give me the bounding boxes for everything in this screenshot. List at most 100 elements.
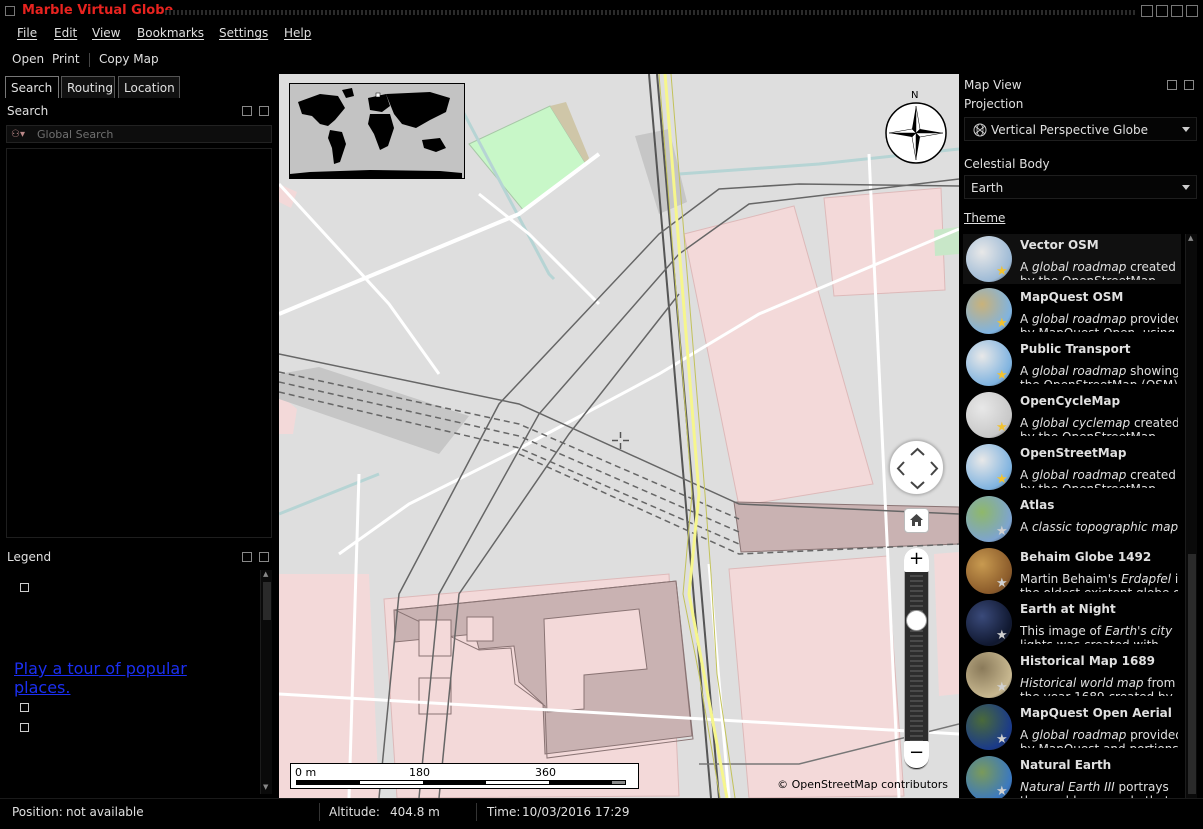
chevron-down-icon — [1182, 185, 1190, 190]
scrollbar-thumb[interactable] — [1188, 554, 1196, 794]
compass[interactable]: N — [884, 87, 948, 165]
zoom-in-button[interactable]: + — [904, 548, 929, 572]
scale-bar-graphic — [296, 780, 626, 785]
zoom-out-button[interactable]: − — [904, 741, 929, 768]
scroll-up-icon[interactable]: ▲ — [1188, 234, 1193, 242]
minimize-window-button[interactable] — [1156, 5, 1168, 17]
scale-label-0: 0 m — [295, 766, 317, 779]
theme-name: OpenCycleMap — [1020, 394, 1121, 408]
map-view-dock-title: Map View — [964, 78, 1022, 92]
scale-bar: 0 m 180 360 — [290, 763, 639, 789]
scale-label-180: 180 — [409, 766, 430, 779]
float-mapview-dock-icon[interactable] — [1167, 80, 1177, 90]
title-bar-grip — [165, 10, 1135, 15]
favorite-star-icon[interactable]: ★ — [996, 524, 1008, 539]
menu-view[interactable]: View — [92, 26, 120, 40]
favorite-star-icon[interactable]: ★ — [996, 784, 1008, 798]
scale-label-360: 360 — [535, 766, 556, 779]
theme-list[interactable]: ★ Vector OSM A global roadmap createdby th… — [963, 234, 1181, 798]
theme-item[interactable]: ★ Public Transport A global roadmap showin… — [963, 338, 1181, 388]
play-tour-link[interactable]: Play a tour of popular places. — [14, 659, 224, 697]
altitude-value: 404.8 m — [390, 805, 440, 819]
tab-routing[interactable]: Routing — [61, 76, 115, 98]
theme-item[interactable]: ★ Natural Earth Natural Earth III portrays… — [963, 754, 1181, 798]
theme-item[interactable]: ★ Earth at Night This image of Earth's cit… — [963, 598, 1181, 648]
search-box: ⚇▾ — [6, 125, 272, 143]
projection-select[interactable]: Vertical Perspective Globe — [964, 117, 1197, 141]
time-label: Time: — [487, 805, 521, 819]
close-mapview-dock-icon[interactable] — [1184, 80, 1194, 90]
copy-map-button[interactable]: Copy Map — [99, 52, 159, 66]
theme-item[interactable]: ★ OpenCycleMap A global cyclemap createdby… — [963, 390, 1181, 440]
pan-control[interactable] — [889, 440, 944, 495]
favorite-star-icon[interactable]: ★ — [996, 368, 1008, 383]
zoom-slider[interactable] — [904, 548, 929, 770]
float-legend-dock-icon[interactable] — [242, 552, 252, 562]
overview-location-marker — [375, 92, 381, 98]
celestial-body-value: Earth — [971, 181, 1004, 195]
left-dock-panel: Search Routing Location Search ⚇▾ Legend… — [0, 74, 279, 798]
theme-item[interactable]: ★ Atlas A classic topographic map. — [963, 494, 1181, 544]
favorite-star-icon[interactable]: ★ — [996, 576, 1008, 591]
theme-item[interactable]: ★ Behaim Globe 1492 Martin Behaim's Erdapf… — [963, 546, 1181, 596]
toolbar-separator — [89, 53, 90, 67]
favorite-star-icon[interactable]: ★ — [996, 472, 1008, 487]
theme-name: MapQuest OSM — [1020, 290, 1124, 304]
window-menu-icon[interactable] — [5, 6, 15, 16]
scroll-down-icon[interactable]: ▼ — [263, 783, 268, 791]
menu-edit[interactable]: Edit — [54, 26, 77, 40]
home-button[interactable] — [904, 508, 929, 533]
favorite-star-icon[interactable]: ★ — [996, 628, 1008, 643]
close-legend-dock-icon[interactable] — [259, 552, 269, 562]
zoom-slider-handle[interactable] — [906, 610, 927, 631]
overview-world-map[interactable] — [289, 83, 465, 179]
legend-panel: Play a tour of popular places. ▲ ▼ — [6, 570, 272, 798]
menu-settings[interactable]: Settings — [219, 26, 268, 40]
theme-item[interactable]: ★ OpenStreetMap A global roadmap createdby… — [963, 442, 1181, 492]
theme-item[interactable]: ★ MapQuest OSM A global roadmap providedby… — [963, 286, 1181, 336]
favorite-star-icon[interactable]: ★ — [996, 732, 1008, 747]
chevron-down-icon — [1182, 127, 1190, 132]
projection-label: Projection — [964, 97, 1024, 111]
menu-bookmarks[interactable]: Bookmarks — [137, 26, 204, 40]
theme-description: A classic topographic map. — [1020, 520, 1178, 534]
main-toolbar: Open Print Copy Map — [0, 46, 1203, 72]
print-button[interactable]: Print — [52, 52, 80, 66]
favorite-star-icon[interactable]: ★ — [996, 420, 1008, 435]
theme-item[interactable]: ★ Historical Map 1689 Historical world map… — [963, 650, 1181, 700]
tab-search[interactable]: Search — [5, 76, 59, 98]
menu-help[interactable]: Help — [284, 26, 311, 40]
projection-value: Vertical Perspective Globe — [991, 123, 1149, 137]
shade-window-button[interactable] — [1141, 5, 1153, 17]
search-results-list[interactable] — [6, 148, 272, 538]
legend-checkbox[interactable] — [20, 703, 29, 712]
open-button[interactable]: Open — [12, 52, 44, 66]
binoculars-icon[interactable]: ⚇▾ — [11, 129, 25, 140]
scrollbar-thumb[interactable] — [263, 582, 271, 620]
legend-scrollbar[interactable]: ▲ ▼ — [260, 570, 272, 794]
theme-item[interactable]: ★ Vector OSM A global roadmap createdby th… — [963, 234, 1181, 284]
maximize-window-button[interactable] — [1171, 5, 1183, 17]
favorite-star-icon[interactable]: ★ — [996, 680, 1008, 695]
status-separator — [319, 803, 320, 821]
float-dock-icon[interactable] — [242, 106, 252, 116]
close-dock-icon[interactable] — [259, 106, 269, 116]
search-input[interactable] — [37, 126, 269, 142]
favorite-star-icon[interactable]: ★ — [996, 316, 1008, 331]
close-window-button[interactable] — [1186, 5, 1198, 17]
map-view[interactable]: N + − 0 m 180 360 © OpenStreetMap contri… — [279, 74, 959, 798]
theme-item[interactable]: ★ MapQuest Open Aerial A global roadmap pr… — [963, 702, 1181, 752]
celestial-body-select[interactable]: Earth — [964, 175, 1197, 199]
theme-name: OpenStreetMap — [1020, 446, 1127, 460]
legend-checkbox[interactable] — [20, 723, 29, 732]
favorite-star-icon[interactable]: ★ — [996, 264, 1008, 279]
legend-checkbox[interactable] — [20, 583, 29, 592]
title-bar: Marble Virtual Globe — [0, 0, 1203, 22]
scroll-up-icon[interactable]: ▲ — [263, 570, 268, 578]
menu-file[interactable]: File — [17, 26, 37, 40]
tab-location[interactable]: Location — [118, 76, 180, 98]
theme-list-scrollbar[interactable]: ▲ — [1185, 234, 1197, 798]
theme-name: Historical Map 1689 — [1020, 654, 1156, 668]
theme-description: A global roadmap providedby MapQuest Ope… — [1020, 312, 1178, 332]
map-view-dock: Map View Projection Vertical Perspective… — [959, 74, 1203, 798]
